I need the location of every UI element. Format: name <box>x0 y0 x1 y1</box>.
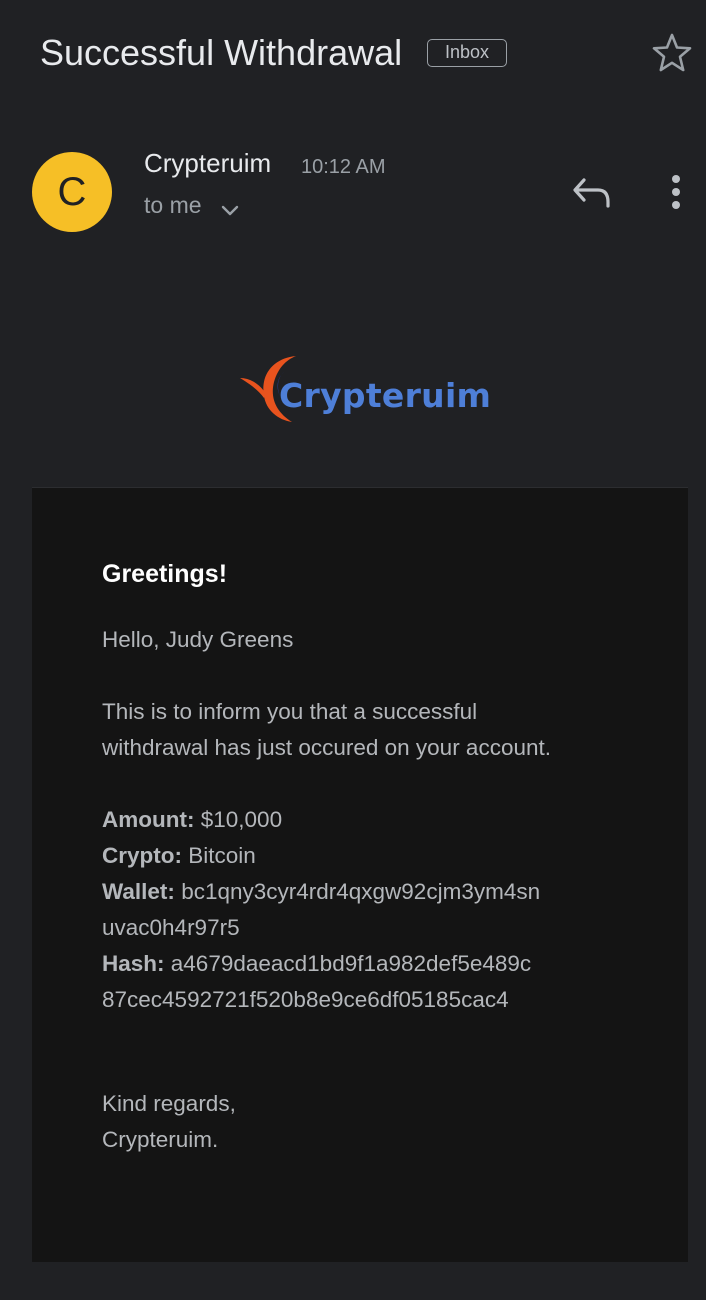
more-options-icon[interactable] <box>660 170 692 214</box>
intro-line: withdrawal has just occured on your acco… <box>102 735 551 760</box>
crypto-label: Crypto: <box>102 843 182 868</box>
star-icon[interactable] <box>650 31 694 75</box>
wallet-value-continued: uvac0h4r97r5 <box>102 915 240 940</box>
hash-value-continued: 87cec4592721f520b8e9ce6df05185cac4 <box>102 987 509 1012</box>
salutation: Hello, Judy Greens <box>102 627 294 652</box>
sign-off: Kind regards, Crypteruim. <box>102 1086 662 1158</box>
subject-row: Successful Withdrawal Inbox <box>40 30 692 78</box>
reply-icon[interactable] <box>570 172 614 212</box>
intro-paragraph: This is to inform you that a successful … <box>102 694 662 766</box>
closing-line: Kind regards, <box>102 1091 236 1116</box>
amount-row: Amount: $10,000 <box>102 802 662 838</box>
sent-time: 10:12 AM <box>301 156 386 178</box>
crypteruim-logo: Crypteruim <box>236 350 491 430</box>
email-subject: Successful Withdrawal <box>40 32 403 73</box>
signature-line: Crypteruim. <box>102 1127 219 1152</box>
hash-row: Hash: a4679daeacd1bd9f1a982def5e489c <box>102 946 662 982</box>
crypto-value: Bitcoin <box>188 843 256 868</box>
greeting-heading: Greetings! <box>102 560 228 588</box>
sender-name: Crypteruim <box>144 148 272 178</box>
hash-label: Hash: <box>102 951 165 976</box>
logo-text: Crypteruim <box>279 376 492 415</box>
amount-label: Amount: <box>102 807 195 832</box>
recipient-details-toggle[interactable]: to me <box>144 192 202 219</box>
intro-line: This is to inform you that a successful <box>102 699 478 724</box>
wallet-row: Wallet: bc1qny3cyr4rdr4qxgw92cjm3ym4sn <box>102 874 662 910</box>
email-view: Successful Withdrawal Inbox C Crypteruim… <box>0 0 706 1300</box>
chevron-down-icon[interactable] <box>218 198 242 222</box>
wallet-label: Wallet: <box>102 879 175 904</box>
inbox-label-badge[interactable]: Inbox <box>427 39 507 67</box>
transaction-details: Amount: $10,000 Crypto: Bitcoin Wallet: … <box>102 802 662 1018</box>
amount-value: $10,000 <box>200 807 283 832</box>
hash-value: a4679daeacd1bd9f1a982def5e489c <box>170 951 532 976</box>
crypto-row: Crypto: Bitcoin <box>102 838 662 874</box>
email-body-card: Greetings! Hello, Judy Greens This is to… <box>32 487 688 1262</box>
sender-avatar[interactable]: C <box>32 152 112 232</box>
wallet-value: bc1qny3cyr4rdr4qxgw92cjm3ym4sn <box>181 879 541 904</box>
